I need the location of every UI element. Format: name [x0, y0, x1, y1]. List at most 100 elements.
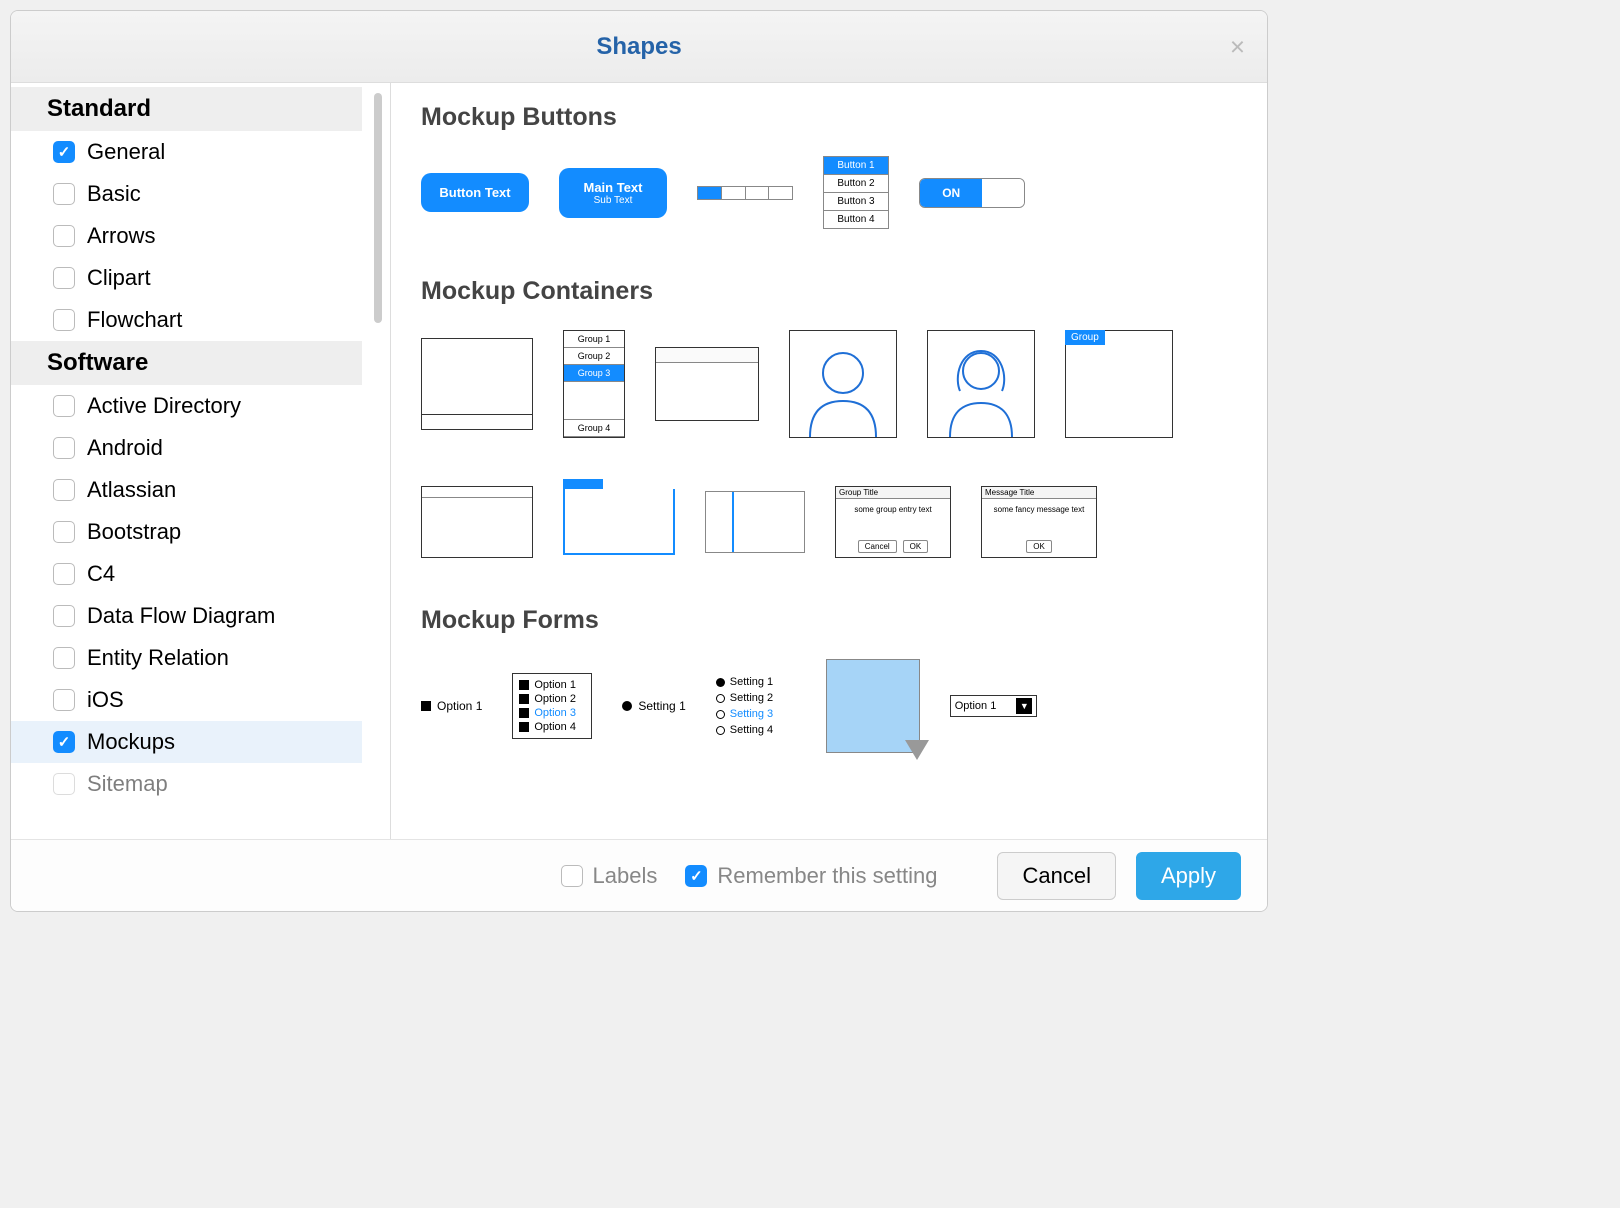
shape-radio-single[interactable]: Setting 1: [622, 699, 685, 713]
checkbox-icon[interactable]: [53, 563, 75, 585]
shape-browser-window[interactable]: [421, 486, 533, 558]
apply-button[interactable]: Apply: [1136, 852, 1241, 900]
button-main-label: Main Text: [584, 180, 643, 195]
sidebar-item-android[interactable]: Android: [11, 427, 362, 469]
checkbox-icon[interactable]: [53, 689, 75, 711]
checkbox-icon[interactable]: [53, 309, 75, 331]
shape-dialog-one-button[interactable]: Message Title some fancy message text OK: [981, 486, 1097, 558]
dialog-header: Group Title: [836, 487, 950, 499]
shape-window[interactable]: [655, 347, 759, 421]
sidebar-item-flowchart[interactable]: Flowchart: [11, 299, 362, 341]
shape-dialog-two-buttons[interactable]: Group Title some group entry text Cancel…: [835, 486, 951, 558]
section-title-forms: Mockup Forms: [421, 606, 1237, 635]
option-label: Setting 2: [730, 692, 773, 704]
checkbox-icon[interactable]: [53, 647, 75, 669]
option-label: Setting 4: [730, 724, 773, 736]
option-label: Setting 1: [730, 676, 773, 688]
section-title-containers: Mockup Containers: [421, 277, 1237, 306]
sidebar-item-label: Clipart: [87, 265, 151, 291]
sidebar-item-general[interactable]: General: [11, 131, 362, 173]
shape-split-panel[interactable]: [705, 491, 805, 553]
sidebar: Standard General Basic Arrows Clipart: [11, 83, 391, 839]
checkbox-icon: [519, 680, 529, 690]
checkbox-icon[interactable]: [561, 865, 583, 887]
shape-toggle[interactable]: ON: [919, 178, 1025, 208]
checkbox-icon[interactable]: [53, 141, 75, 163]
option-label: Setting 3: [730, 708, 773, 720]
shape-group-box[interactable]: Group: [1065, 330, 1173, 438]
sidebar-item-label: Mockups: [87, 729, 175, 755]
sidebar-item-data-flow-diagram[interactable]: Data Flow Diagram: [11, 595, 362, 637]
shapes-dialog: Shapes × Standard General Basic Arrows: [10, 10, 1268, 912]
dialog-ok: OK: [903, 540, 929, 553]
shape-checkbox-list[interactable]: Option 1 Option 2 Option 3 Option 4: [512, 673, 592, 739]
sidebar-item-mockups[interactable]: Mockups: [11, 721, 362, 763]
shape-accordion[interactable]: Group 1 Group 2 Group 3 Group 4: [563, 330, 625, 438]
vnav-item: Button 4: [824, 211, 888, 228]
footer: Labels Remember this setting Cancel Appl…: [11, 839, 1267, 911]
checkbox-icon[interactable]: [53, 731, 75, 753]
group-header-software: Software: [11, 341, 362, 385]
remember-toggle[interactable]: Remember this setting: [685, 863, 937, 889]
sidebar-item-label: Data Flow Diagram: [87, 603, 275, 629]
tab-item: Group 4: [564, 420, 624, 437]
sidebar-item-ios[interactable]: iOS: [11, 679, 362, 721]
buttons-row: Button Text Main Text Sub Text Button 1 …: [421, 156, 1237, 229]
checkbox-icon[interactable]: [53, 521, 75, 543]
sidebar-item-label: iOS: [87, 687, 124, 713]
checkbox-icon[interactable]: [53, 773, 75, 795]
radio-icon: [716, 726, 725, 735]
shape-horizontal-nav[interactable]: [697, 186, 793, 200]
shape-dropdown[interactable]: Option 1 ▼: [950, 695, 1038, 717]
checkbox-icon: [519, 694, 529, 704]
sidebar-item-sitemap[interactable]: Sitemap: [11, 763, 362, 805]
button-sub-label: Sub Text: [577, 195, 649, 206]
radio-icon: [622, 701, 632, 711]
sidebar-item-atlassian[interactable]: Atlassian: [11, 469, 362, 511]
shape-radio-list[interactable]: Setting 1 Setting 2 Setting 3 Setting 4: [716, 674, 796, 738]
sidebar-item-label: Sitemap: [87, 771, 168, 797]
sidebar-item-basic[interactable]: Basic: [11, 173, 362, 215]
sidebar-item-label: Flowchart: [87, 307, 182, 333]
vnav-item: Button 2: [824, 175, 888, 193]
checkbox-icon[interactable]: [53, 267, 75, 289]
shape-button-text[interactable]: Button Text: [421, 173, 529, 212]
shape-button-main-sub[interactable]: Main Text Sub Text: [559, 168, 667, 218]
shape-tabbed-window[interactable]: [563, 489, 675, 555]
dialog-title: Shapes: [596, 33, 681, 61]
checkbox-icon: [421, 701, 431, 711]
shape-checkbox-single[interactable]: Option 1: [421, 699, 482, 713]
checkbox-icon[interactable]: [53, 605, 75, 627]
sidebar-item-clipart[interactable]: Clipart: [11, 257, 362, 299]
dialog-header: Message Title: [982, 487, 1096, 499]
sidebar-item-label: Entity Relation: [87, 645, 229, 671]
tab-item: Group 2: [564, 348, 624, 365]
sidebar-item-c4[interactable]: C4: [11, 553, 362, 595]
checkbox-icon[interactable]: [53, 479, 75, 501]
shape-color-picker[interactable]: [826, 659, 920, 753]
containers-row-2: Group Title some group entry text Cancel…: [421, 486, 1237, 558]
tab-item-selected: Group 3: [564, 365, 624, 382]
option-label: Setting 1: [638, 699, 685, 713]
scrollbar-thumb[interactable]: [374, 93, 382, 323]
shape-browser-footer[interactable]: [421, 338, 533, 430]
shape-avatar-female[interactable]: [927, 330, 1035, 438]
sidebar-item-entity-relation[interactable]: Entity Relation: [11, 637, 362, 679]
checkbox-icon[interactable]: [53, 395, 75, 417]
sidebar-item-arrows[interactable]: Arrows: [11, 215, 362, 257]
sidebar-item-label: Active Directory: [87, 393, 241, 419]
chevron-down-icon: ▼: [1016, 698, 1032, 714]
checkbox-icon[interactable]: [53, 225, 75, 247]
checkbox-icon[interactable]: [685, 865, 707, 887]
cancel-button[interactable]: Cancel: [997, 852, 1115, 900]
labels-toggle[interactable]: Labels: [561, 863, 658, 889]
sidebar-item-active-directory[interactable]: Active Directory: [11, 385, 362, 427]
checkbox-icon[interactable]: [53, 437, 75, 459]
radio-icon: [716, 710, 725, 719]
sidebar-item-bootstrap[interactable]: Bootstrap: [11, 511, 362, 553]
checkbox-icon[interactable]: [53, 183, 75, 205]
shape-vertical-nav[interactable]: Button 1 Button 2 Button 3 Button 4: [823, 156, 889, 229]
shape-avatar-male[interactable]: [789, 330, 897, 438]
close-icon[interactable]: ×: [1230, 31, 1245, 62]
preview-pane: Mockup Buttons Button Text Main Text Sub…: [391, 83, 1267, 839]
